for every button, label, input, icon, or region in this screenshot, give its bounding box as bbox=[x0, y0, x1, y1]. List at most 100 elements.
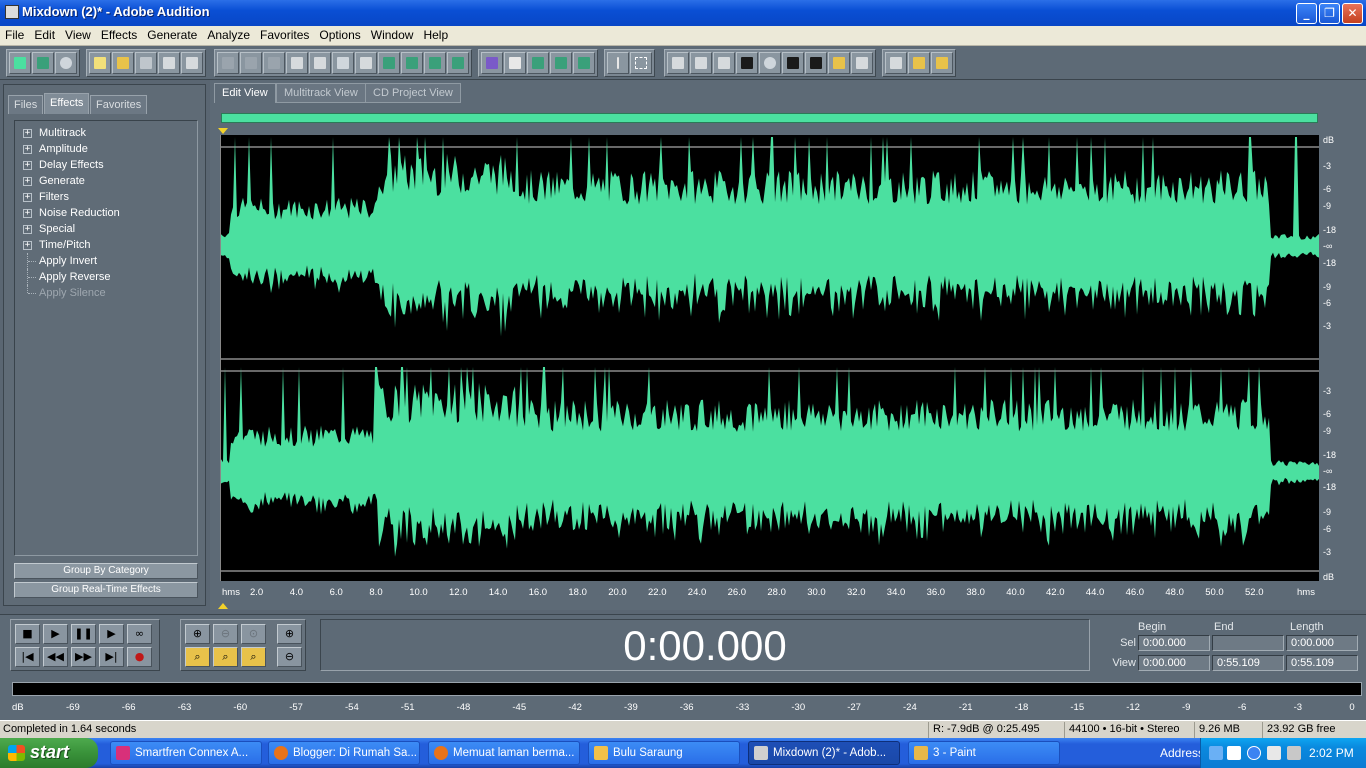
level-meter-icon[interactable] bbox=[828, 52, 850, 74]
copy-icon[interactable] bbox=[309, 52, 331, 74]
tree-item-time-pitch[interactable]: + Time/Pitch bbox=[15, 237, 197, 253]
fast-forward-button[interactable]: ▶▶ bbox=[71, 647, 96, 667]
window3-icon[interactable] bbox=[713, 52, 735, 74]
menu-file[interactable]: File bbox=[0, 26, 29, 44]
tree-item-generate[interactable]: + Generate bbox=[15, 173, 197, 189]
mix-paste-icon[interactable] bbox=[401, 52, 423, 74]
taskbar-item[interactable]: 3 - Paint bbox=[908, 741, 1060, 765]
sel-begin-field[interactable]: 0:00.000 bbox=[1138, 635, 1210, 651]
tree-item-amplitude[interactable]: + Amplitude bbox=[15, 141, 197, 157]
tree-item-noise-reduction[interactable]: + Noise Reduction bbox=[15, 205, 197, 221]
app-tray-icon[interactable] bbox=[1267, 746, 1281, 760]
sel-length-field[interactable]: 0:00.000 bbox=[1286, 635, 1358, 651]
zoom-full-icon[interactable]: ⊙ bbox=[241, 624, 266, 644]
rewind-button[interactable]: ◀◀ bbox=[43, 647, 68, 667]
convert-icon[interactable] bbox=[286, 52, 308, 74]
cd-view-icon[interactable] bbox=[55, 52, 77, 74]
expand-icon[interactable]: + bbox=[23, 145, 32, 154]
save-all-icon[interactable] bbox=[181, 52, 203, 74]
time-selection-tool-icon[interactable] bbox=[607, 52, 629, 74]
arrow-icon[interactable] bbox=[1247, 746, 1261, 760]
expand-icon[interactable]: + bbox=[23, 177, 32, 186]
tree-item-multitrack[interactable]: + Multitrack bbox=[15, 125, 197, 141]
help-icon[interactable] bbox=[931, 52, 953, 74]
menu-edit[interactable]: Edit bbox=[29, 26, 60, 44]
save-icon[interactable] bbox=[135, 52, 157, 74]
zoom-selection-icon[interactable]: ⌕ bbox=[241, 647, 266, 667]
check-icon[interactable] bbox=[504, 52, 526, 74]
close-button[interactable]: ✕ bbox=[1342, 3, 1363, 24]
tab-files[interactable]: Files bbox=[8, 95, 44, 114]
zoom-in-icon[interactable]: ⊕ bbox=[185, 624, 210, 644]
window1-icon[interactable] bbox=[667, 52, 689, 74]
save-as-icon[interactable] bbox=[158, 52, 180, 74]
tab-favorites[interactable]: Favorites bbox=[90, 95, 148, 114]
marquee-tool-icon[interactable] bbox=[630, 52, 652, 74]
tree-item-special[interactable]: + Special bbox=[15, 221, 197, 237]
zoom-in-vertical-icon[interactable]: ⊕ bbox=[277, 624, 302, 644]
view-end-field[interactable]: 0:55.109 bbox=[1212, 655, 1284, 671]
taskbar-item[interactable]: Blogger: Di Rumah Sa... bbox=[268, 741, 420, 765]
start-marker-icon[interactable] bbox=[218, 128, 228, 134]
expand-icon[interactable]: + bbox=[23, 161, 32, 170]
tab-effects[interactable]: Effects bbox=[44, 93, 90, 114]
paste-icon[interactable] bbox=[355, 52, 377, 74]
expand-icon[interactable]: + bbox=[23, 193, 32, 202]
play-to-end-button[interactable]: ▶ bbox=[99, 624, 124, 644]
open-file-icon[interactable] bbox=[112, 52, 134, 74]
menu-generate[interactable]: Generate bbox=[142, 26, 202, 44]
edit-view-icon[interactable] bbox=[9, 52, 31, 74]
grid-icon[interactable] bbox=[527, 52, 549, 74]
tree-item-apply-invert[interactable]: Apply Invert bbox=[15, 253, 197, 269]
group-realtime-effects-button[interactable]: Group Real-Time Effects bbox=[14, 582, 198, 598]
menu-effects[interactable]: Effects bbox=[96, 26, 142, 44]
repeat-icon[interactable] bbox=[263, 52, 285, 74]
taskbar-item[interactable]: Memuat laman berma... bbox=[428, 741, 580, 765]
zoom-out-icon[interactable]: ⊖ bbox=[213, 624, 238, 644]
transport-icon[interactable] bbox=[736, 52, 758, 74]
start-button[interactable]: start bbox=[0, 738, 98, 768]
menu-view[interactable]: View bbox=[60, 26, 96, 44]
end-marker-icon[interactable] bbox=[218, 603, 228, 609]
tools-icon[interactable] bbox=[908, 52, 930, 74]
grid2-icon[interactable] bbox=[550, 52, 572, 74]
view-begin-field[interactable]: 0:00.000 bbox=[1138, 655, 1210, 671]
window2-icon[interactable] bbox=[690, 52, 712, 74]
zoom-right-icon[interactable]: ⌕ bbox=[213, 647, 238, 667]
menu-analyze[interactable]: Analyze bbox=[202, 26, 255, 44]
taskbar-item-active[interactable]: Mixdown (2)* - Adob... bbox=[748, 741, 900, 765]
expand-icon[interactable]: + bbox=[23, 241, 32, 250]
play-button[interactable]: ▶ bbox=[43, 624, 68, 644]
waveform-display[interactable] bbox=[220, 135, 1320, 581]
pause-button[interactable]: ❚❚ bbox=[71, 624, 96, 644]
view-length-field[interactable]: 0:55.109 bbox=[1286, 655, 1358, 671]
zero-cross-icon[interactable] bbox=[447, 52, 469, 74]
taskbar-item[interactable]: Bulu Saraung bbox=[588, 741, 740, 765]
go-to-end-button[interactable]: ▶| bbox=[99, 647, 124, 667]
expand-icon[interactable]: + bbox=[23, 225, 32, 234]
loop-button[interactable]: ∞ bbox=[127, 624, 152, 644]
cut-icon[interactable] bbox=[332, 52, 354, 74]
display-icon[interactable] bbox=[1287, 746, 1301, 760]
zoom-icon[interactable] bbox=[759, 52, 781, 74]
zoom-left-icon[interactable]: ⌕ bbox=[185, 647, 210, 667]
paste-new-icon[interactable] bbox=[378, 52, 400, 74]
network-icon[interactable] bbox=[1209, 746, 1223, 760]
maximize-button[interactable]: ❐ bbox=[1319, 3, 1340, 24]
trim-icon[interactable] bbox=[424, 52, 446, 74]
settings-icon[interactable] bbox=[885, 52, 907, 74]
menu-window[interactable]: Window bbox=[366, 26, 419, 44]
menu-help[interactable]: Help bbox=[418, 26, 453, 44]
sel-end-field[interactable] bbox=[1212, 635, 1284, 651]
new-file-icon[interactable] bbox=[89, 52, 111, 74]
tree-item-apply-reverse[interactable]: Apply Reverse bbox=[15, 269, 197, 285]
redo-icon[interactable] bbox=[240, 52, 262, 74]
overview-scrollbar[interactable] bbox=[221, 113, 1318, 123]
group-by-category-button[interactable]: Group By Category bbox=[14, 563, 198, 579]
multitrack-view-icon[interactable] bbox=[32, 52, 54, 74]
tab-edit-view[interactable]: Edit View bbox=[214, 83, 276, 103]
record-button[interactable]: ● bbox=[127, 647, 152, 667]
spectral-icon[interactable] bbox=[481, 52, 503, 74]
go-to-start-button[interactable]: |◀ bbox=[15, 647, 40, 667]
tree-item-delay-effects[interactable]: + Delay Effects bbox=[15, 157, 197, 173]
